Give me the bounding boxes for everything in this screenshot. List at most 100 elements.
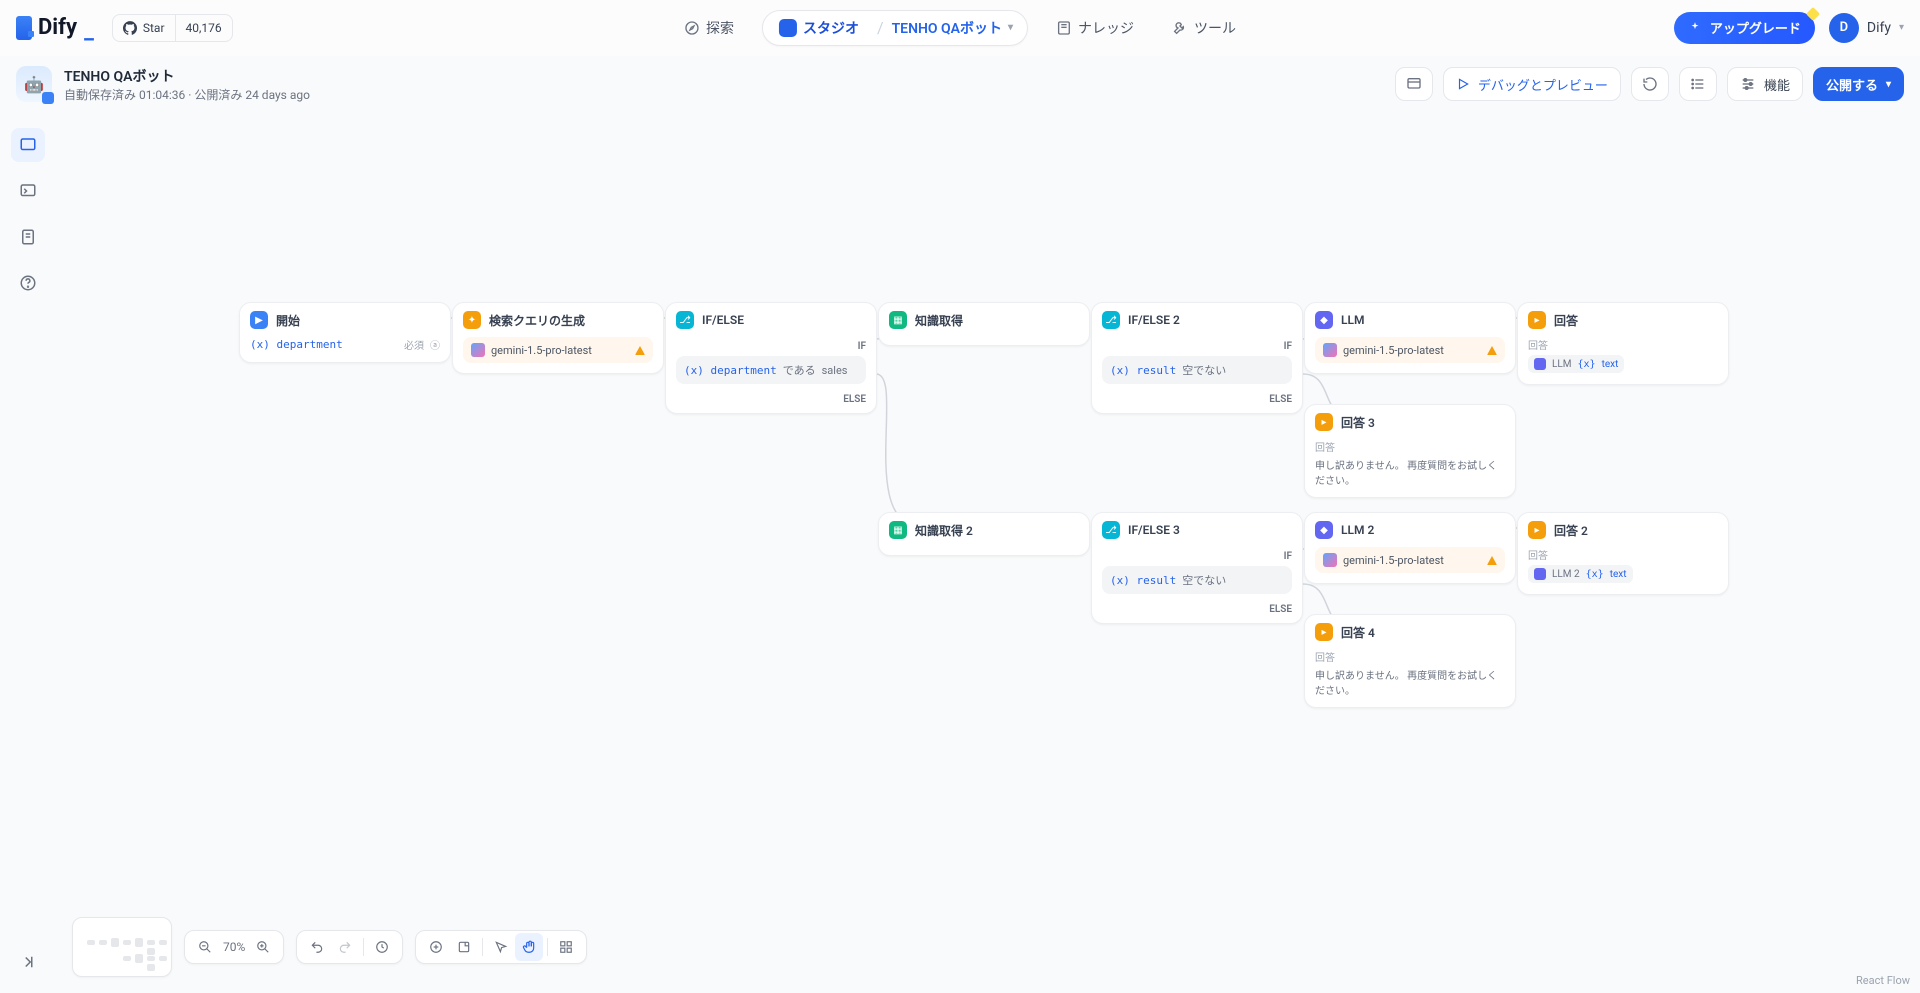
condition-row: result空でない: [1102, 356, 1292, 384]
github-star-chip[interactable]: Star 40,176: [112, 14, 233, 42]
workflow-canvas[interactable]: ▶開始 department 必須ⓐ ✦検索クエリの生成 gemini-1.5-…: [56, 56, 1920, 993]
nav-studio-label: スタジオ: [803, 18, 859, 38]
llm-icon: ✦: [463, 311, 481, 329]
rail-prompt[interactable]: [11, 174, 45, 208]
studio-pill: スタジオ / TENHO QAボット ▾: [762, 10, 1028, 46]
node-answer-1[interactable]: ▸回答 回答 LLM {x} text: [1517, 302, 1729, 385]
start-var: department: [250, 338, 343, 351]
answer-src: LLM 2: [1552, 569, 1580, 580]
node-llm-2[interactable]: ◆LLM 2 gemini-1.5-pro-latest: [1304, 512, 1516, 584]
add-node-button[interactable]: [422, 933, 450, 961]
minimap[interactable]: [72, 917, 172, 977]
cond-op: 空でない: [1182, 362, 1226, 378]
node-title: 回答 2: [1554, 522, 1588, 539]
nav-explore[interactable]: 探索: [674, 12, 744, 44]
bottom-toolbar: 70%: [72, 917, 587, 977]
env-button[interactable]: [1395, 67, 1433, 101]
autosave-text: 自動保存済み 01:04:36: [64, 88, 185, 102]
node-answer-3[interactable]: ▸回答 3 回答 申し訳ありません。 再度質問をお試しください。: [1304, 404, 1516, 498]
node-generate-query[interactable]: ✦検索クエリの生成 gemini-1.5-pro-latest: [452, 302, 664, 374]
logo-icon: [16, 16, 32, 40]
project-name: TENHO QAボット: [892, 18, 1002, 38]
answer-icon: ▸: [1528, 521, 1546, 539]
publish-label: 公開する: [1826, 75, 1878, 94]
publish-button[interactable]: 公開する ▾: [1813, 67, 1904, 101]
node-ifelse-1[interactable]: ⎇IF/ELSE IF departmentであるsales ELSE: [665, 302, 877, 414]
redo-icon: [338, 940, 352, 954]
project-dropdown[interactable]: TENHO QAボット ▾: [892, 18, 1021, 38]
rail-help[interactable]: [11, 266, 45, 300]
terminal-icon: [19, 182, 37, 200]
document-icon: [19, 228, 37, 246]
plus-circle-icon: [429, 940, 443, 954]
organize-button[interactable]: [552, 933, 580, 961]
redo-button[interactable]: [331, 933, 359, 961]
node-answer-4[interactable]: ▸回答 4 回答 申し訳ありません。 再度質問をお試しください。: [1304, 614, 1516, 708]
zoom-controls: 70%: [184, 930, 284, 964]
rail-collapse[interactable]: [11, 945, 45, 979]
app-chip[interactable]: 🤖 TENHO QAボット 自動保存済み 01:04:36 · 公開済み 24 …: [16, 66, 310, 103]
model-name: gemini-1.5-pro-latest: [1343, 344, 1444, 357]
node-title: 回答: [1554, 312, 1578, 329]
app-subtitle: 自動保存済み 01:04:36 · 公開済み 24 days ago: [64, 86, 310, 103]
pointer-tool[interactable]: [487, 933, 515, 961]
logo[interactable]: Dify_: [16, 15, 94, 40]
knowledge-icon: ▦: [889, 311, 907, 329]
node-knowledge-1[interactable]: ▦ 知識取得: [878, 302, 1090, 346]
cond-value: sales: [822, 364, 848, 377]
node-title: 回答 3: [1341, 414, 1375, 431]
workspace-menu[interactable]: D Dify ▾: [1829, 13, 1904, 43]
warning-icon: [635, 346, 645, 355]
upgrade-button[interactable]: アップグレード: [1674, 12, 1815, 44]
workspace-name: Dify: [1867, 20, 1891, 36]
compass-icon: [684, 20, 700, 36]
layout-icon: [559, 940, 573, 954]
undo-button[interactable]: [303, 933, 331, 961]
rail-workflow[interactable]: [11, 128, 45, 162]
node-title: 知識取得: [915, 312, 963, 329]
github-star-count: 40,176: [176, 21, 232, 35]
node-ifelse-2[interactable]: ⎇IF/ELSE 2 IF result空でない ELSE: [1091, 302, 1303, 414]
checklist-button[interactable]: [1679, 67, 1717, 101]
hand-icon: [522, 940, 536, 954]
answer-var-chip: LLM {x} text: [1528, 355, 1624, 373]
features-button[interactable]: 機能: [1727, 67, 1803, 101]
answer-var: {x} text: [1578, 359, 1619, 370]
node-ifelse-3[interactable]: ⎇IF/ELSE 3 IF result空でない ELSE: [1091, 512, 1303, 624]
nav-studio[interactable]: スタジオ: [769, 14, 869, 42]
debug-preview-button[interactable]: デバッグとプレビュー: [1443, 67, 1621, 101]
node-title: LLM: [1341, 313, 1364, 327]
node-start[interactable]: ▶開始 department 必須ⓐ: [239, 302, 451, 363]
node-knowledge-2[interactable]: ▦知識取得 2: [878, 512, 1090, 556]
hand-tool[interactable]: [515, 933, 543, 961]
llm-chip-icon: [1534, 568, 1546, 580]
restart-button[interactable]: [1631, 67, 1669, 101]
rail-logs[interactable]: [11, 220, 45, 254]
else-label: ELSE: [1269, 394, 1292, 405]
zoom-level[interactable]: 70%: [219, 940, 249, 954]
nav-tools[interactable]: ツール: [1162, 12, 1246, 44]
cond-op: である: [783, 362, 816, 378]
cursor-icon: [494, 940, 508, 954]
nav-explore-label: 探索: [706, 18, 734, 38]
model-chip: gemini-1.5-pro-latest: [463, 337, 653, 363]
node-answer-2[interactable]: ▸回答 2 回答 LLM 2 {x} text: [1517, 512, 1729, 595]
zoom-in-button[interactable]: [249, 933, 277, 961]
model-chip: gemini-1.5-pro-latest: [1315, 337, 1505, 363]
list-icon: [1690, 76, 1706, 92]
help-icon: [19, 274, 37, 292]
app-icon: 🤖: [16, 66, 52, 102]
book-icon: [1056, 20, 1072, 36]
start-icon: ▶: [250, 311, 268, 329]
reactflow-attribution[interactable]: React Flow: [1856, 974, 1910, 987]
node-llm-1[interactable]: ◆LLM gemini-1.5-pro-latest: [1304, 302, 1516, 374]
workflow-icon: [19, 136, 37, 154]
sparkle-icon: [1688, 21, 1702, 35]
nav-knowledge[interactable]: ナレッジ: [1046, 12, 1144, 44]
add-note-button[interactable]: [450, 933, 478, 961]
refresh-icon: [1642, 76, 1658, 92]
top-nav: Dify_ Star 40,176 探索 スタジオ / TENHO QAボット …: [0, 0, 1920, 56]
wrench-icon: [1172, 20, 1188, 36]
zoom-out-button[interactable]: [191, 933, 219, 961]
history-button[interactable]: [368, 933, 396, 961]
